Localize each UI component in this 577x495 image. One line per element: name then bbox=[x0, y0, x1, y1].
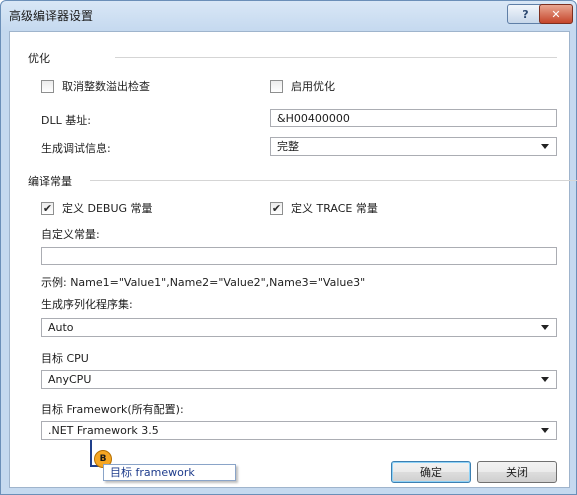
close-button[interactable]: 关闭 bbox=[477, 461, 557, 483]
serialization-label: 生成序列化程序集: bbox=[41, 298, 133, 311]
target-cpu-value: AnyCPU bbox=[48, 373, 92, 386]
custom-constants-label: 自定义常量: bbox=[41, 228, 100, 241]
target-framework-dropdown[interactable]: .NET Framework 3.5 bbox=[41, 421, 557, 440]
target-cpu-dropdown[interactable]: AnyCPU bbox=[41, 370, 557, 389]
target-framework-value: .NET Framework 3.5 bbox=[48, 424, 159, 437]
remove-overflow-checks-label: 取消整数溢出检查 bbox=[62, 80, 150, 93]
target-cpu-label: 目标 CPU bbox=[41, 352, 89, 365]
chevron-down-icon bbox=[541, 428, 549, 433]
close-window-button[interactable]: ✕ bbox=[539, 4, 573, 24]
enable-optimizations-row[interactable]: 启用优化 bbox=[270, 78, 335, 94]
enable-optimizations-label: 启用优化 bbox=[291, 80, 335, 93]
define-trace-checkbox[interactable]: ✔ bbox=[270, 201, 283, 215]
constants-section-label: 编译常量 bbox=[28, 175, 72, 188]
debug-info-value: 完整 bbox=[277, 140, 299, 153]
define-debug-row[interactable]: ✔ 定义 DEBUG 常量 bbox=[41, 200, 153, 216]
ok-button[interactable]: 确定 bbox=[391, 461, 471, 483]
dialog-window: 高级编译器设置 ? ✕ 优化 取消整数溢出检查 启用优化 DLL 基址: &H0… bbox=[0, 0, 577, 495]
constants-separator bbox=[90, 180, 577, 181]
enable-optimizations-checkbox[interactable] bbox=[270, 79, 283, 93]
define-trace-label: 定义 TRACE 常量 bbox=[291, 202, 378, 215]
define-debug-checkbox[interactable]: ✔ bbox=[41, 201, 54, 215]
custom-constants-example: 示例: Name1="Value1",Name2="Value2",Name3=… bbox=[41, 276, 366, 289]
chevron-down-icon bbox=[541, 377, 549, 382]
define-debug-label: 定义 DEBUG 常量 bbox=[62, 202, 153, 215]
window-title: 高级编译器设置 bbox=[9, 9, 94, 23]
dll-base-label: DLL 基址: bbox=[41, 114, 91, 127]
debug-info-dropdown[interactable]: 完整 bbox=[270, 137, 557, 156]
chevron-down-icon bbox=[541, 144, 549, 149]
dll-base-input[interactable]: &H00400000 bbox=[270, 109, 557, 127]
remove-overflow-checks-checkbox[interactable] bbox=[41, 79, 54, 93]
callout-tooltip: 目标 framework bbox=[103, 464, 236, 481]
callout-leader-vertical bbox=[90, 440, 92, 466]
serialization-value: Auto bbox=[48, 321, 74, 334]
dialog-client-area: 优化 取消整数溢出检查 启用优化 DLL 基址: &H00400000 生成调试… bbox=[9, 31, 577, 488]
optimization-separator bbox=[115, 57, 557, 58]
define-trace-row[interactable]: ✔ 定义 TRACE 常量 bbox=[270, 200, 378, 216]
target-framework-label: 目标 Framework(所有配置): bbox=[41, 403, 184, 416]
custom-constants-input[interactable] bbox=[41, 247, 557, 265]
optimization-section-label: 优化 bbox=[28, 52, 50, 65]
debug-info-label: 生成调试信息: bbox=[41, 142, 111, 155]
remove-overflow-checks-row[interactable]: 取消整数溢出检查 bbox=[41, 78, 150, 94]
chevron-down-icon bbox=[541, 325, 549, 330]
serialization-dropdown[interactable]: Auto bbox=[41, 318, 557, 337]
